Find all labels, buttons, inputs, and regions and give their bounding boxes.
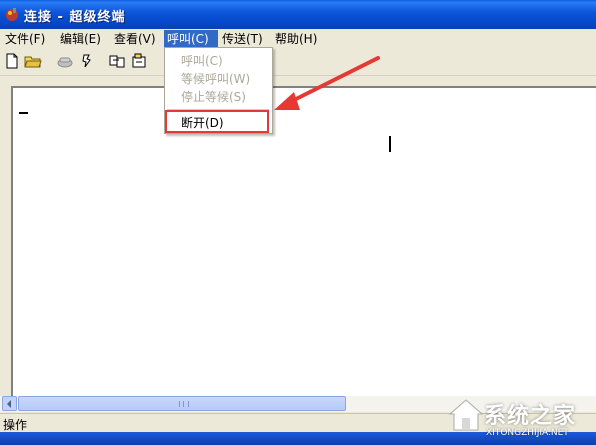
scrollbar-grip-icon (179, 401, 189, 407)
menu-bar: 文件(F) 编辑(E) 查看(V) 呼叫(C) 传送(T) 帮助(H) (0, 29, 596, 49)
menu-file[interactable]: 文件(F) (2, 30, 48, 48)
highlight-box (165, 110, 269, 133)
watermark-text: 系统之家 (484, 404, 577, 429)
menu-call[interactable]: 呼叫(C) (164, 30, 218, 48)
hyperterminal-app-icon[interactable] (4, 6, 20, 22)
open-folder-icon[interactable] (24, 52, 44, 72)
new-document-icon[interactable] (3, 52, 23, 72)
watermark-subtext: XITONGZHIJIA.NET (486, 428, 569, 438)
status-text: 操作 (3, 418, 28, 432)
toolbar (0, 49, 596, 76)
house-logo-icon (448, 399, 484, 431)
terminal-area[interactable] (11, 86, 596, 401)
title-bar[interactable]: 连接 - 超级终端 (0, 0, 596, 29)
menu-item-wait-for-call[interactable]: 等候呼叫(W) (181, 71, 250, 87)
menu-edit[interactable]: 编辑(E) (57, 30, 104, 48)
send-icon[interactable] (108, 52, 128, 72)
watermark-logo: 系统之家 XITONGZHIJIA.NET (446, 396, 596, 444)
menu-help[interactable]: 帮助(H) (272, 30, 320, 48)
scroll-left-arrow-icon[interactable] (2, 396, 17, 411)
window-title: 连接 - 超级终端 (24, 10, 126, 25)
text-caret (389, 136, 391, 152)
properties-icon[interactable] (130, 52, 150, 72)
menu-view[interactable]: 查看(V) (111, 30, 159, 48)
terminal-cursor (19, 112, 28, 114)
call-icon[interactable] (56, 52, 76, 72)
menu-item-stop-waiting[interactable]: 停止等候(S) (181, 89, 246, 105)
menu-item-call[interactable]: 呼叫(C) (181, 53, 223, 69)
disconnect-icon[interactable] (78, 52, 98, 72)
menu-transfer[interactable]: 传送(T) (219, 30, 266, 48)
scrollbar-thumb[interactable] (18, 396, 346, 411)
